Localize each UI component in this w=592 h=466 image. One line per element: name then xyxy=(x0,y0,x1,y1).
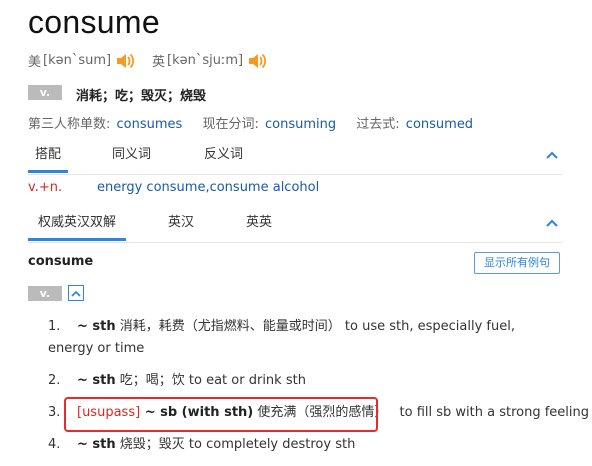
collocation-tabbar: 搭配 同义词 反义词 xyxy=(28,142,562,175)
uk-pronunciation: 英 [kən`sjuːm] xyxy=(152,51,267,70)
tab-en-cn[interactable]: 英汉 xyxy=(168,210,194,240)
word-forms: 第三人称单数: consumes 现在分词: consuming 过去式: co… xyxy=(28,113,489,132)
sense-pattern: ~ sth xyxy=(77,437,116,452)
dictionary-tabbar: 权威英汉双解 英汉 英英 xyxy=(28,210,562,243)
collocation-list[interactable]: energy consume,consume alcohol xyxy=(97,180,319,195)
sense-cn: 消耗，耗费（尤指燃料、能量或时间） xyxy=(115,319,341,334)
sense-en: to eat or drink sth xyxy=(184,373,306,388)
entry-pos-badge: v. xyxy=(28,286,62,301)
collapse-button[interactable] xyxy=(68,285,84,301)
tab-synonyms[interactable]: 同义词 xyxy=(112,142,151,172)
uk-ipa: [kən`sjuːm] xyxy=(167,53,244,68)
chevron-up-icon[interactable] xyxy=(546,218,558,228)
tab-collocation[interactable]: 搭配 xyxy=(28,142,68,173)
sense-en: to completely destroy sth xyxy=(184,437,356,452)
tab-en-en[interactable]: 英英 xyxy=(246,210,272,240)
entry-headword: consume xyxy=(28,254,94,269)
present-participle-link[interactable]: consuming xyxy=(265,117,336,132)
sense-cn: 烧毁；毁灭 xyxy=(115,437,185,452)
us-pronunciation: 美 [kən`sum] xyxy=(28,51,135,70)
sense-item: 4. ~ sth 烧毁；毁灭 to completely destroy sth xyxy=(48,434,558,456)
highlight-box xyxy=(64,397,378,432)
us-label: 美 xyxy=(28,55,42,70)
past-link[interactable]: consumed xyxy=(406,117,473,132)
tab-authoritative[interactable]: 权威英汉双解 xyxy=(28,210,126,241)
tab-antonyms[interactable]: 反义词 xyxy=(204,142,243,172)
uk-label: 英 xyxy=(152,55,166,70)
sense-cn: 吃；喝；饮 xyxy=(115,373,185,388)
past-label: 过去式: xyxy=(356,117,400,132)
headword: consume xyxy=(28,4,160,40)
sense-en: to fill sb with a strong feeling xyxy=(395,405,590,420)
pos-badge: v. xyxy=(28,85,62,100)
show-all-examples-button[interactable]: 显示所有例句 xyxy=(474,252,560,274)
third-person-label: 第三人称单数: xyxy=(28,117,111,132)
sense-pattern: ~ sth xyxy=(77,373,116,388)
sense-item: 2. ~ sth 吃；喝；饮 to eat or drink sth xyxy=(48,370,558,392)
sense-pattern: ~ sth xyxy=(77,319,116,334)
third-person-link[interactable]: consumes xyxy=(117,117,183,132)
chevron-up-icon xyxy=(71,290,81,297)
us-ipa: [kən`sum] xyxy=(43,53,112,68)
sense-number: 2. xyxy=(48,373,61,388)
sense-number: 1. xyxy=(48,319,61,334)
sense-number: 4. xyxy=(48,437,61,452)
speaker-icon[interactable] xyxy=(247,52,267,70)
sense-item: 1. ~ sth 消耗，耗费（尤指燃料、能量或时间） to use sth, es… xyxy=(48,316,558,360)
chevron-up-icon[interactable] xyxy=(546,150,558,160)
definition-cn: 消耗；吃；毁灭；烧毁 xyxy=(76,89,207,104)
speaker-icon[interactable] xyxy=(115,52,135,70)
present-participle-label: 现在分词: xyxy=(202,117,259,132)
collocation-type: v.+n. xyxy=(28,180,63,195)
